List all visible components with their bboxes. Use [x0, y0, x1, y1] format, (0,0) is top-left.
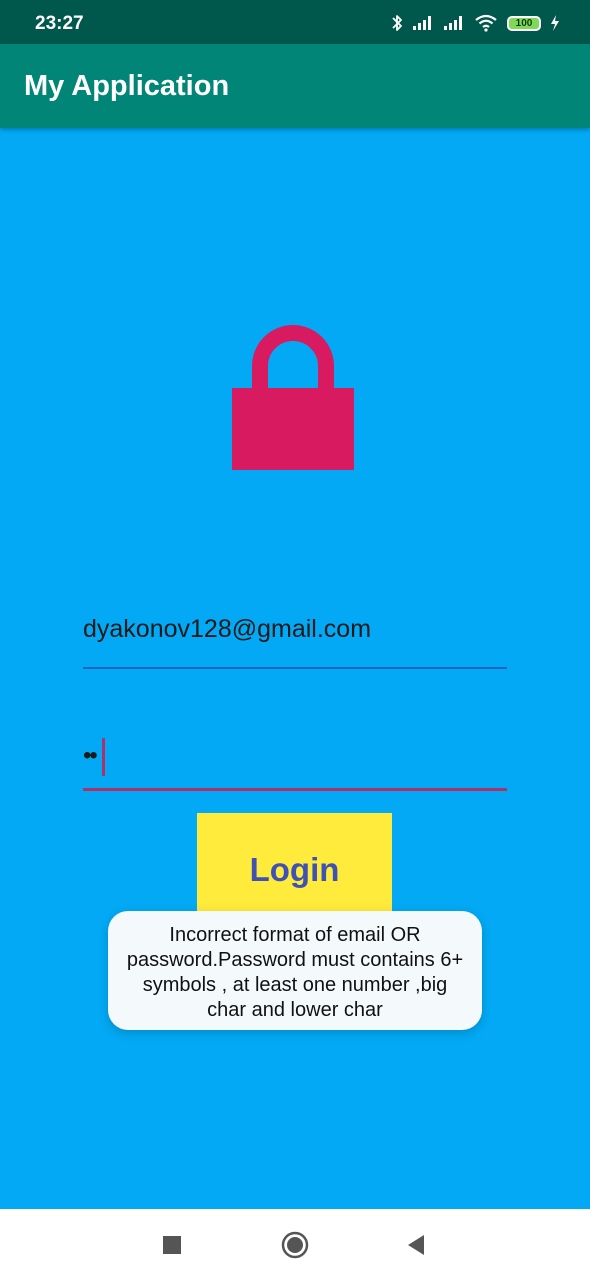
bluetooth-icon [392, 15, 402, 31]
home-button[interactable] [277, 1227, 313, 1263]
status-icons: 100 [391, 12, 560, 34]
toast-message: Incorrect format of email OR password.Pa… [126, 924, 464, 1021]
app-screen: 23:27 100 My Application dyakonov128@gma… [0, 0, 590, 1280]
recents-icon [163, 1236, 181, 1254]
charging-icon [551, 15, 559, 31]
email-field[interactable]: dyakonov128@gmail.com [83, 605, 507, 669]
lock-icon [232, 325, 354, 470]
text-cursor [102, 738, 105, 776]
home-icon [281, 1231, 309, 1259]
email-value: dyakonov128@gmail.com [83, 615, 372, 643]
login-label: Login [249, 851, 340, 888]
recents-button[interactable] [154, 1227, 190, 1263]
status-time: 23:27 [35, 13, 84, 34]
navigation-bar [0, 1209, 590, 1280]
wifi-icon [475, 14, 497, 32]
battery-level: 100 [515, 17, 533, 29]
back-button[interactable] [398, 1227, 434, 1263]
signal-icon [444, 16, 462, 30]
error-toast: Incorrect format of email OR password.Pa… [108, 911, 482, 1030]
app-title: My Application [24, 70, 230, 102]
battery-icon: 100 [507, 15, 541, 31]
signal-icon [413, 16, 431, 30]
back-icon [408, 1235, 424, 1255]
app-bar: My Application [0, 44, 590, 128]
password-value: •• [83, 742, 98, 769]
password-field[interactable]: •• [83, 730, 507, 791]
status-bar: 23:27 100 [0, 0, 590, 44]
